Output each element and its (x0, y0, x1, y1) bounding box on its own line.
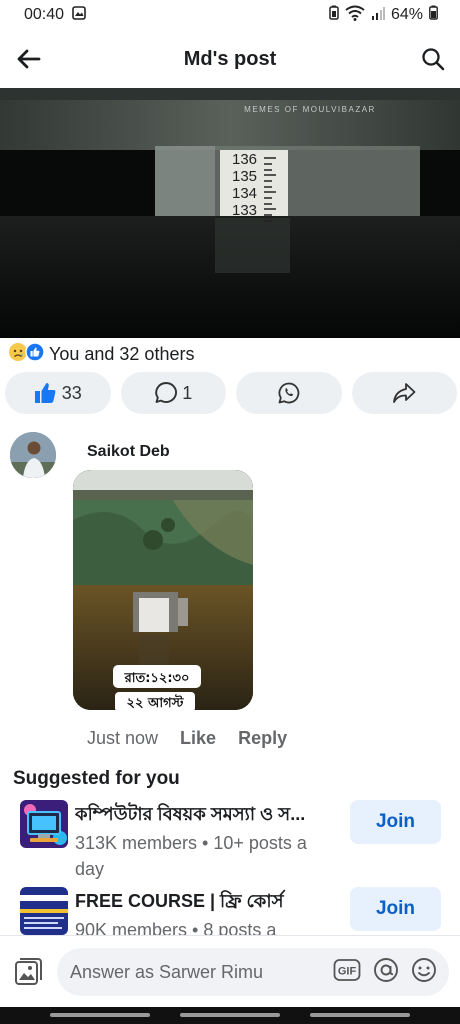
smiley-icon (412, 958, 436, 982)
gauge-mark-4: 133 (232, 202, 257, 219)
gallery-notification-icon (72, 5, 86, 25)
commenter-avatar[interactable] (10, 432, 56, 478)
group-meta: 313K members • 10+ posts a day (75, 833, 307, 879)
comment-like-button[interactable]: Like (180, 728, 216, 749)
commenter-name[interactable]: Saikot Deb (87, 443, 170, 461)
comment-bubble-icon (155, 382, 178, 403)
status-bar: 00:40 64% (0, 0, 460, 30)
comment-time: Just now (87, 728, 159, 748)
add-photo-button[interactable] (13, 956, 45, 988)
comment-input-placeholder: Answer as Sarwer Rimu (70, 961, 264, 982)
mention-button[interactable] (373, 957, 399, 988)
post-image[interactable]: MEMES OF MOULVIBAZAR 136 135 134 133 (0, 88, 460, 338)
gif-button[interactable]: GIF (333, 958, 361, 987)
clock: 00:40 (24, 6, 65, 23)
post-header: Md's post (0, 34, 460, 84)
emoji-button[interactable] (411, 957, 437, 988)
battery-icon (429, 5, 438, 25)
share-arrow-icon (393, 383, 416, 403)
comment-reply-button[interactable]: Reply (238, 728, 287, 749)
share-button[interactable] (351, 372, 457, 414)
system-nav-bar (0, 1007, 460, 1024)
back-button[interactable] (14, 45, 44, 73)
group-name[interactable]: কম্পিউটার বিষয়ক সমস্যা ও স... (75, 800, 345, 831)
whatsapp-share-button[interactable] (236, 372, 342, 414)
gauge-mark-3: 134 (232, 185, 257, 202)
search-button[interactable] (418, 44, 448, 74)
suggested-title: Suggested for you (13, 768, 180, 789)
like-reaction-icon (25, 341, 45, 367)
post-watermark: MEMES OF MOULVIBAZAR (244, 105, 376, 114)
nav-home[interactable] (180, 1013, 280, 1017)
reactions-text: You and 32 others (49, 343, 195, 364)
like-count: 33 (61, 382, 82, 403)
join-button[interactable]: Join (350, 887, 441, 931)
comment-photo-time: রাত:১২:৩০ (124, 671, 190, 686)
comment-photo-date: ২২ আগস্ট (127, 694, 185, 710)
photo-icon (15, 958, 42, 985)
post-actions: 33 1 (5, 372, 457, 414)
comment-meta: Just now Like Reply (87, 728, 287, 749)
signal-icon (371, 6, 385, 25)
comment-photo[interactable]: রাত:১২:৩০ ২২ আগস্ট (73, 470, 253, 710)
nav-back[interactable] (310, 1013, 410, 1017)
page-title: Md's post (183, 47, 277, 70)
group-thumbnail[interactable] (20, 800, 68, 848)
comment-composer: Answer as Sarwer Rimu GIF (0, 935, 460, 1007)
comment-input[interactable]: Answer as Sarwer Rimu GIF (57, 948, 449, 996)
group-thumbnail[interactable] (20, 887, 68, 935)
comment-count: 1 (182, 382, 193, 403)
like-button[interactable]: 33 (5, 372, 111, 414)
reactions-summary[interactable]: You and 32 others (8, 341, 195, 367)
battery-saver-icon (329, 5, 339, 25)
wifi-icon (345, 5, 365, 26)
gif-label: GIF (338, 966, 357, 978)
thumbs-up-icon (34, 383, 56, 403)
nav-recents[interactable] (50, 1013, 150, 1017)
search-icon (422, 48, 445, 71)
comment-button[interactable]: 1 (120, 372, 226, 414)
whatsapp-icon (278, 382, 300, 404)
gauge-mark-1: 136 (232, 151, 257, 168)
group-name[interactable]: FREE COURSE | ফ্রি কোর্স (75, 887, 345, 918)
suggested-group[interactable]: কম্পিউটার বিষয়ক সমস্যা ও স... 313K memb… (0, 800, 460, 890)
join-button[interactable]: Join (350, 800, 441, 844)
gauge-mark-2: 135 (232, 168, 257, 185)
at-sign-icon (374, 958, 398, 982)
back-arrow-icon (17, 49, 41, 69)
battery-percent: 64% (390, 6, 423, 23)
